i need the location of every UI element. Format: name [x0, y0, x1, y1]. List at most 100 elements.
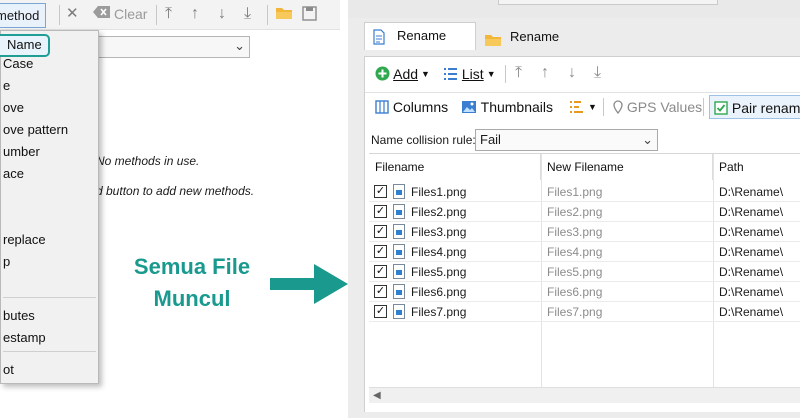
columns-label: Columns	[392, 99, 449, 115]
columns-button[interactable]: Columns	[375, 97, 448, 117]
columns-icon	[375, 100, 389, 114]
image-file-icon	[393, 184, 405, 199]
checkbox-checked-icon	[714, 101, 728, 115]
image-file-icon	[393, 304, 405, 319]
move-to-bottom-icon[interactable]: ⤓	[244, 4, 251, 24]
move-to-bottom-icon[interactable]: ⤓	[594, 64, 601, 82]
menu-item-replace[interactable]: ace	[3, 166, 24, 182]
toolbar-separator	[59, 5, 60, 25]
table-row[interactable]: ✓ Files4.png Files4.png D:\Rename\	[369, 242, 800, 262]
thumbnails-button[interactable]: Thumbnails	[461, 97, 553, 117]
menu-item-timestamp[interactable]: estamp	[3, 330, 46, 346]
add-method-button[interactable]: method	[0, 3, 47, 28]
files-toolbar: Add ▼ List ▼ ⤒ ↑ ↓ ⤓	[365, 60, 800, 88]
close-icon[interactable]: ✕	[66, 4, 79, 24]
row-checkbox[interactable]: ✓	[374, 285, 387, 298]
cell-filename: Files3.png	[411, 225, 467, 239]
sort-list-icon	[570, 101, 583, 113]
row-checkbox[interactable]: ✓	[374, 245, 387, 258]
tab-rename-folders[interactable]: Rename Folders	[478, 24, 606, 70]
menu-separator	[3, 351, 96, 352]
row-checkbox[interactable]: ✓	[374, 225, 387, 238]
callout-arrow-icon	[270, 264, 348, 304]
menu-item-number[interactable]: umber	[3, 144, 40, 160]
chevron-down-icon: ⌄	[234, 38, 245, 53]
column-header-path[interactable]: Path	[713, 154, 800, 180]
methods-dropdown-menu: Name Case e ove ove pattern umber ace re…	[0, 30, 99, 384]
caret-down-icon: ▼	[588, 102, 597, 112]
pair-rename-toggle[interactable]: Pair renam	[709, 95, 800, 119]
add-button[interactable]: Add ▼	[375, 64, 430, 84]
cell-new-filename: Files6.png	[547, 285, 603, 299]
move-down-icon[interactable]: ↓	[568, 64, 576, 82]
image-icon	[462, 101, 476, 113]
move-down-icon[interactable]: ↓	[218, 4, 226, 24]
row-checkbox[interactable]: ✓	[374, 205, 387, 218]
gps-values-button[interactable]: GPS Values	[613, 97, 702, 117]
menu-item-attributes[interactable]: butes	[3, 308, 35, 324]
caret-down-icon: ▼	[421, 69, 430, 79]
open-folder-icon[interactable]	[275, 6, 293, 26]
table-row[interactable]: ✓ Files6.png Files6.png D:\Rename\	[369, 282, 800, 302]
menu-item-remove[interactable]: ove	[3, 100, 24, 116]
add-methods-hint: d button to add new methods.	[96, 184, 255, 198]
table-row[interactable]: ✓ Files5.png Files5.png D:\Rename\	[369, 262, 800, 282]
table-row[interactable]: ✓ Files1.png Files1.png D:\Rename\	[369, 182, 800, 202]
collision-rule-value: Fail	[480, 132, 501, 147]
menu-item-regex-replace[interactable]: replace	[3, 232, 46, 248]
empty-methods-message: No methods in use.	[96, 154, 200, 168]
cell-path: D:\Rename\	[719, 265, 784, 279]
list-button[interactable]: List ▼	[443, 64, 496, 84]
caret-down-icon: ▼	[486, 69, 496, 79]
clear-icon[interactable]	[92, 5, 112, 25]
image-file-icon	[393, 204, 405, 219]
cell-new-filename: Files3.png	[547, 225, 603, 239]
toolbar-separator	[603, 98, 604, 116]
menu-item-case[interactable]: Case	[3, 56, 33, 72]
menu-item-e[interactable]: e	[3, 78, 10, 94]
cell-new-filename: Files5.png	[547, 265, 603, 279]
cell-new-filename: Files7.png	[547, 305, 603, 319]
collision-rule-select[interactable]: Fail ⌄	[475, 129, 658, 151]
move-to-top-icon[interactable]: ⤒	[515, 64, 522, 82]
files-table: Filename New Filename Path ✓ Files1.png Fi…	[369, 153, 800, 402]
scroll-left-icon[interactable]: ◀	[373, 390, 381, 401]
column-header-filename[interactable]: Filename	[369, 154, 541, 180]
menu-item-name[interactable]: Name	[0, 34, 50, 57]
chevron-down-icon: ⌄	[642, 132, 653, 147]
move-up-icon[interactable]: ↑	[541, 64, 549, 82]
sort-button[interactable]: ▼	[569, 97, 597, 117]
menu-separator	[3, 297, 96, 298]
menu-item-script[interactable]: ot	[3, 362, 14, 378]
move-up-icon[interactable]: ↑	[191, 4, 199, 24]
cell-path: D:\Rename\	[719, 245, 784, 259]
column-header-new-filename[interactable]: New Filename	[541, 154, 713, 180]
table-row[interactable]: ✓ Files7.png Files7.png D:\Rename\	[369, 302, 800, 322]
pair-rename-label: Pair renam	[731, 100, 800, 116]
clear-button[interactable]: Clear	[114, 6, 147, 22]
cell-filename: Files4.png	[411, 245, 467, 259]
save-icon[interactable]	[302, 6, 317, 27]
gps-values-label: GPS Values	[626, 99, 703, 115]
top-tab-edge	[498, 0, 718, 5]
list-icon	[444, 68, 457, 80]
row-checkbox[interactable]: ✓	[374, 185, 387, 198]
toolbar-separator	[703, 98, 704, 116]
move-to-top-icon[interactable]: ⤒	[165, 4, 172, 24]
tab-rename-files[interactable]: Rename Files	[364, 22, 476, 69]
toolbar-separator	[156, 5, 157, 25]
cell-new-filename: Files1.png	[547, 185, 603, 199]
callout-line-2: Muncul	[153, 286, 231, 311]
table-row[interactable]: ✓ Files2.png Files2.png D:\Rename\	[369, 202, 800, 222]
folder-icon	[484, 30, 502, 56]
thumbnails-label: Thumbnails	[480, 99, 554, 115]
view-toolbar: Columns Thumbnails ▼ GPS Values Pair ren…	[365, 92, 800, 120]
menu-item-remove-pattern[interactable]: ove pattern	[3, 122, 68, 138]
file-icon	[373, 28, 385, 54]
menu-item-p[interactable]: p	[3, 254, 10, 270]
horizontal-scrollbar[interactable]: ◀	[369, 387, 800, 403]
plus-circle-icon	[375, 66, 390, 81]
table-row[interactable]: ✓ Files3.png Files3.png D:\Rename\	[369, 222, 800, 242]
row-checkbox[interactable]: ✓	[374, 265, 387, 278]
row-checkbox[interactable]: ✓	[374, 305, 387, 318]
